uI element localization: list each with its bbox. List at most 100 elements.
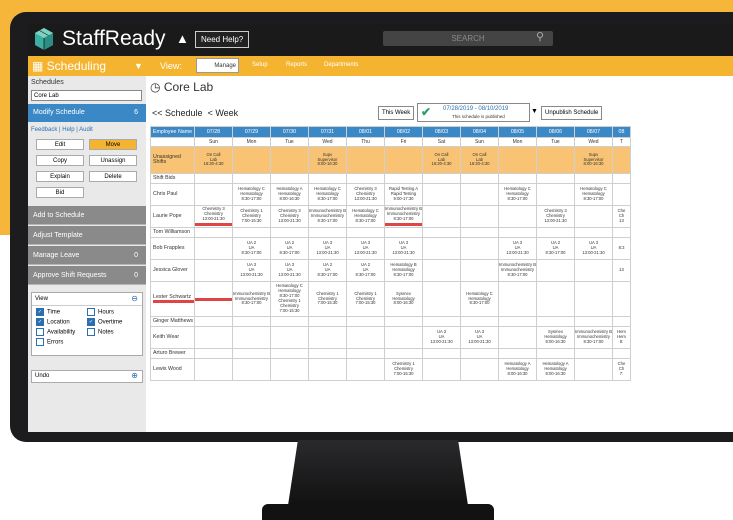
empty-cell[interactable] (612, 173, 631, 184)
need-help-button[interactable]: Need Help? (195, 31, 250, 48)
empty-cell[interactable] (574, 259, 613, 282)
empty-cell[interactable] (574, 227, 613, 238)
shift-cell[interactable]: Supv Supervisor 8:00-16:30 (308, 146, 347, 174)
checkbox-icon[interactable] (87, 308, 95, 316)
empty-cell[interactable] (308, 316, 347, 327)
shift-cell[interactable]: 8:3 (612, 237, 631, 260)
view-option[interactable]: Hours (87, 308, 138, 316)
employee-name[interactable]: Arturo Brewer (150, 348, 195, 359)
bid-button[interactable]: Bid (36, 187, 84, 198)
shift-cell[interactable]: Hematology C Hematology 8:30-17:00 (574, 183, 613, 206)
manage-leave-button[interactable]: Manage Leave 0 (28, 246, 146, 265)
unassign-button[interactable]: Unassign (89, 155, 137, 166)
employee-name[interactable]: Lester Schwartz (150, 281, 195, 317)
empty-cell[interactable] (194, 183, 233, 206)
shift-cell[interactable]: UA 3 UA 13:00-21:30 (422, 326, 461, 349)
shift-cell[interactable]: Hematology C Hematology 8:30-17:00 (460, 281, 499, 317)
empty-cell[interactable] (498, 173, 537, 184)
shift-cell[interactable]: UA 3 UA 13:00-21:30 (460, 326, 499, 349)
shift-cell[interactable]: UA 2 UA 8:30-17:00 (308, 259, 347, 282)
empty-cell[interactable] (346, 358, 385, 381)
empty-cell[interactable] (194, 173, 233, 184)
empty-cell[interactable] (574, 358, 613, 381)
shift-cell[interactable]: Chemistry 1 Chemistry 7:00-15:30 (346, 281, 385, 317)
shift-cell[interactable]: UA 3 UA 13:00-21:30 (574, 237, 613, 260)
search-input[interactable]: SEARCH (383, 31, 553, 46)
move-button[interactable]: Move (89, 139, 137, 150)
empty-cell[interactable] (232, 146, 271, 174)
shift-cell[interactable]: Immunochemistry B Immunochemistry 8:30-17:… (574, 326, 613, 349)
empty-cell[interactable] (460, 183, 499, 206)
shift-cell[interactable]: Chemistry 3 Chemistry 13:00-21:30 (346, 183, 385, 206)
empty-cell[interactable] (384, 227, 423, 238)
shift-cell[interactable]: Che Ch 7: (612, 358, 631, 381)
employee-name[interactable]: Tom Williamson (150, 227, 195, 238)
empty-cell[interactable] (232, 326, 271, 349)
shift-cell[interactable]: Immunochemistry B Immunochemistry 8:30-17:… (232, 281, 271, 317)
empty-cell[interactable] (270, 146, 309, 174)
checkbox-icon[interactable] (36, 328, 44, 336)
empty-cell[interactable] (232, 316, 271, 327)
empty-cell[interactable] (422, 183, 461, 206)
empty-cell[interactable] (574, 316, 613, 327)
empty-cell[interactable] (308, 326, 347, 349)
empty-cell[interactable] (194, 316, 233, 327)
shift-cell[interactable]: Hematology A Hematology 8:00-16:30 (536, 358, 575, 381)
delete-button[interactable]: Delete (89, 171, 137, 182)
shift-cell[interactable]: Chemistry 3 Chemistry 13:00-21:30 (270, 205, 309, 228)
shift-cell[interactable]: On Call Lab 16:30-4:30 (422, 146, 461, 174)
shift-cell[interactable]: Hem Hem 8: (612, 326, 631, 349)
empty-cell[interactable] (346, 316, 385, 327)
notification-icon[interactable]: ▲ (176, 31, 190, 46)
checkbox-checked-icon[interactable]: ✓ (87, 318, 95, 326)
empty-cell[interactable] (498, 281, 537, 317)
shift-cell[interactable]: Chemistry 1 Chemistry 7:00-15:30 (384, 358, 423, 381)
shift-cell[interactable]: Sysmex Hematology 8:00-16:30 (384, 281, 423, 317)
empty-cell[interactable] (346, 348, 385, 359)
shift-cell[interactable]: Che Ch 13 (612, 205, 631, 228)
empty-cell[interactable] (574, 348, 613, 359)
empty-cell[interactable] (536, 173, 575, 184)
empty-cell[interactable] (270, 358, 309, 381)
view-option[interactable]: Availability (36, 328, 87, 336)
empty-cell[interactable] (232, 227, 271, 238)
employee-name[interactable]: Shift Bids (150, 173, 195, 184)
view-option[interactable]: ✓ Location (36, 318, 87, 326)
adjust-template-button[interactable]: Adjust Template (28, 226, 146, 245)
edit-button[interactable]: Edit (36, 139, 84, 150)
empty-cell[interactable] (384, 146, 423, 174)
employee-name[interactable]: Laurie Pope (150, 205, 195, 228)
empty-cell[interactable] (194, 237, 233, 260)
shift-cell[interactable]: UA 2 UA 8:30-17:00 (346, 259, 385, 282)
employee-name[interactable]: Keith Wear (150, 326, 195, 349)
employee-name[interactable]: Chris Paul (150, 183, 195, 206)
empty-cell[interactable] (422, 205, 461, 228)
search-icon[interactable]: ⚲ (536, 30, 544, 43)
empty-cell[interactable] (460, 227, 499, 238)
add-to-schedule-button[interactable]: Add to Schedule (28, 206, 146, 225)
checkbox-checked-icon[interactable]: ✓ (36, 308, 44, 316)
empty-cell[interactable] (498, 348, 537, 359)
empty-cell[interactable] (498, 146, 537, 174)
empty-cell[interactable] (194, 259, 233, 282)
empty-cell[interactable] (270, 227, 309, 238)
shift-cell[interactable]: Hematology C Hematology 8:30-17:00 (346, 205, 385, 228)
empty-cell[interactable] (612, 146, 631, 174)
shift-cell[interactable]: UA 3 UA 13:00-21:30 (498, 237, 537, 260)
employee-name[interactable]: Unassigned Shifts (150, 146, 195, 174)
shift-cell[interactable]: UA 2 UA 8:30-17:00 (536, 237, 575, 260)
empty-cell[interactable] (612, 183, 631, 206)
empty-cell[interactable] (384, 326, 423, 349)
empty-cell[interactable] (574, 173, 613, 184)
empty-cell[interactable] (536, 316, 575, 327)
empty-cell[interactable] (536, 146, 575, 174)
checkbox-icon[interactable] (36, 338, 44, 346)
empty-cell[interactable] (460, 316, 499, 327)
empty-cell[interactable] (612, 227, 631, 238)
shift-cell[interactable]: Hematology B Hematology 8:30-17:00 (384, 259, 423, 282)
shift-cell[interactable]: Chemistry 3 Chemistry 13:00-21:30 (536, 205, 575, 228)
empty-cell[interactable] (384, 173, 423, 184)
shift-cell[interactable]: Sysmex Hematology 8:00-16:30 (536, 326, 575, 349)
shift-cell[interactable]: UA 3 UA 13:00-21:30 (308, 237, 347, 260)
empty-cell[interactable] (422, 237, 461, 260)
